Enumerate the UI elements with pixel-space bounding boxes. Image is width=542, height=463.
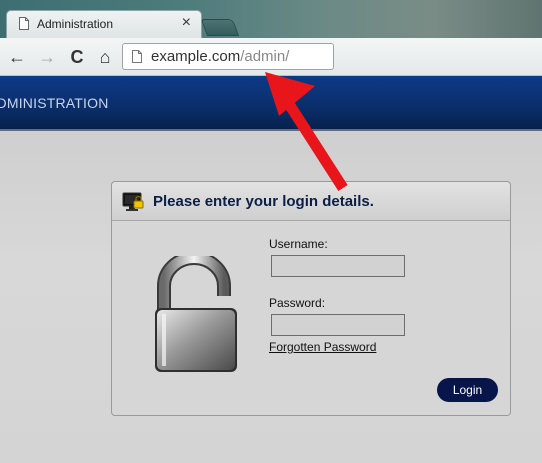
close-tab-icon[interactable]: × bbox=[182, 14, 191, 32]
password-label: Password: bbox=[269, 296, 326, 310]
back-icon[interactable]: ← bbox=[6, 46, 28, 68]
forward-icon[interactable]: → bbox=[36, 46, 58, 68]
site-title: ADMINISTRATION bbox=[0, 95, 109, 111]
new-tab-button[interactable] bbox=[200, 19, 240, 36]
home-icon[interactable]: ⌂ bbox=[94, 46, 116, 68]
reload-icon[interactable]: C bbox=[66, 46, 88, 68]
username-field[interactable] bbox=[271, 255, 405, 277]
annotation-arrow-icon bbox=[265, 72, 348, 191]
browser-titlebar: Administration × bbox=[0, 0, 542, 38]
password-field[interactable] bbox=[271, 314, 405, 336]
url-host: example.com bbox=[151, 48, 241, 65]
page-icon bbox=[19, 17, 29, 30]
forgot-password-link[interactable]: Forgotten Password bbox=[269, 340, 376, 354]
username-label: Username: bbox=[269, 237, 328, 251]
page-icon bbox=[132, 50, 142, 63]
login-panel: Please enter your login details. Usernam… bbox=[111, 181, 511, 416]
tab-title: Administration bbox=[37, 17, 114, 31]
monitor-lock-icon bbox=[122, 192, 144, 211]
browser-tab[interactable]: Administration × bbox=[6, 10, 202, 38]
padlock-icon bbox=[155, 256, 237, 372]
login-button[interactable]: Login bbox=[437, 378, 498, 402]
